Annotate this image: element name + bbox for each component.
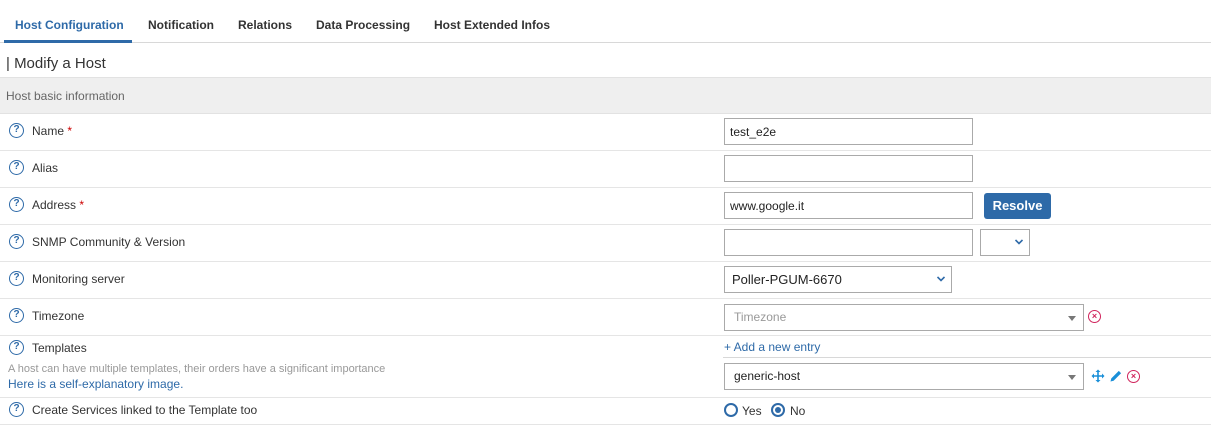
name-row: ? Name * — [0, 114, 1211, 151]
add-new-entry-link[interactable]: + Add a new entry — [724, 340, 820, 354]
create-services-yes-radio[interactable] — [724, 403, 738, 417]
help-icon[interactable]: ? — [9, 308, 24, 323]
monitoring-server-row: ? Monitoring server — [0, 262, 1211, 299]
help-icon[interactable]: ? — [9, 160, 24, 175]
template-value: generic-host — [734, 369, 801, 383]
create-services-no-label: No — [790, 404, 806, 418]
templates-help-link[interactable]: Here is a self-explanatory image. — [8, 377, 183, 391]
template-select[interactable]: generic-host — [724, 363, 1084, 390]
clear-icon[interactable]: × — [1088, 310, 1101, 323]
help-icon[interactable]: ? — [9, 271, 24, 286]
divider — [723, 357, 1211, 358]
section-title: Host basic information — [6, 89, 125, 103]
templates-help-text: A host can have multiple templates, thei… — [8, 363, 386, 375]
create-services-label: Create Services linked to the Template t… — [32, 403, 258, 417]
tab-relations[interactable]: Relations — [238, 18, 292, 32]
help-icon[interactable]: ? — [9, 402, 24, 417]
create-services-row: ? Create Services linked to the Template… — [0, 398, 1211, 425]
help-icon[interactable]: ? — [9, 340, 24, 355]
help-icon[interactable]: ? — [9, 234, 24, 249]
create-services-no-radio[interactable] — [771, 403, 785, 417]
address-input[interactable] — [724, 192, 973, 219]
snmp-community-input[interactable] — [724, 229, 973, 256]
monitoring-server-value: Poller-PGUM-6670 — [732, 272, 842, 287]
monitoring-server-label: Monitoring server — [32, 272, 125, 286]
resolve-button[interactable]: Resolve — [984, 193, 1051, 219]
alias-row: ? Alias — [0, 151, 1211, 188]
timezone-label: Timezone — [32, 309, 85, 323]
snmp-label: SNMP Community & Version — [32, 235, 186, 249]
tab-host-configuration[interactable]: Host Configuration — [15, 18, 124, 32]
timezone-select[interactable]: Timezone — [724, 304, 1084, 331]
page-title: | Modify a Host — [6, 55, 106, 72]
move-icon[interactable] — [1091, 369, 1105, 383]
alias-input[interactable] — [724, 155, 973, 182]
tab-notification[interactable]: Notification — [148, 18, 214, 32]
tab-data-processing[interactable]: Data Processing — [316, 18, 410, 32]
create-services-yes-label: Yes — [742, 404, 762, 418]
help-icon[interactable]: ? — [9, 123, 24, 138]
tab-bar: Host Configuration Notification Relation… — [0, 0, 1211, 43]
active-tab-indicator — [4, 40, 132, 43]
templates-label: Templates — [32, 341, 87, 355]
remove-template-icon[interactable]: × — [1127, 370, 1140, 383]
chevron-down-icon — [1015, 239, 1023, 245]
dropdown-arrow-icon — [1068, 375, 1076, 380]
monitoring-server-select[interactable]: Poller-PGUM-6670 — [724, 266, 952, 293]
chevron-down-icon — [937, 276, 945, 282]
tab-host-extended-infos[interactable]: Host Extended Infos — [434, 18, 550, 32]
edit-icon[interactable] — [1109, 369, 1123, 383]
section-header: Host basic information — [0, 77, 1211, 114]
name-input[interactable] — [724, 118, 973, 145]
name-label: Name * — [32, 124, 73, 138]
timezone-placeholder: Timezone — [734, 310, 787, 324]
alias-label: Alias — [32, 161, 59, 175]
help-icon[interactable]: ? — [9, 197, 24, 212]
snmp-version-select[interactable] — [980, 229, 1030, 256]
dropdown-arrow-icon — [1068, 316, 1076, 321]
address-label: Address * — [32, 198, 85, 212]
